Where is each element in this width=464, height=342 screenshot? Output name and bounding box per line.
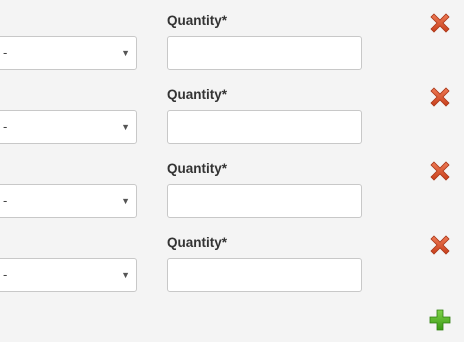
- close-icon: [430, 161, 450, 181]
- close-icon: [430, 13, 450, 33]
- chevron-down-icon: ▼: [121, 270, 130, 280]
- remove-row-button[interactable]: [429, 12, 451, 34]
- quantity-label: Quantity*: [167, 13, 227, 28]
- plus-icon: [429, 309, 451, 331]
- quantity-form: - ▼ Quantity* - ▼ Quantity* - ▼ Quantity…: [0, 0, 464, 342]
- required-mark: *: [221, 161, 228, 176]
- item-select[interactable]: - ▼: [0, 110, 137, 144]
- quantity-label-text: Quantity: [167, 13, 222, 28]
- item-select-value: -: [3, 193, 8, 208]
- item-row: - ▼ Quantity*: [0, 0, 464, 74]
- remove-row-button[interactable]: [429, 86, 451, 108]
- quantity-label-text: Quantity: [167, 235, 222, 250]
- chevron-down-icon: ▼: [121, 122, 130, 132]
- item-row: - ▼ Quantity*: [0, 74, 464, 148]
- add-row-button[interactable]: [429, 309, 451, 331]
- required-mark: *: [221, 87, 228, 102]
- required-mark: *: [221, 13, 228, 28]
- quantity-label: Quantity*: [167, 161, 227, 176]
- item-select-value: -: [3, 119, 8, 134]
- quantity-input[interactable]: [167, 184, 362, 218]
- item-row: - ▼ Quantity*: [0, 222, 464, 296]
- quantity-input[interactable]: [167, 258, 362, 292]
- remove-row-button[interactable]: [429, 160, 451, 182]
- quantity-input[interactable]: [167, 36, 362, 70]
- chevron-down-icon: ▼: [121, 196, 130, 206]
- item-row: - ▼ Quantity*: [0, 148, 464, 222]
- quantity-label-text: Quantity: [167, 87, 222, 102]
- item-select-value: -: [3, 45, 8, 60]
- item-select-value: -: [3, 267, 8, 282]
- remove-row-button[interactable]: [429, 234, 451, 256]
- chevron-down-icon: ▼: [121, 48, 130, 58]
- close-icon: [430, 87, 450, 107]
- quantity-label: Quantity*: [167, 235, 227, 250]
- quantity-input[interactable]: [167, 110, 362, 144]
- quantity-label: Quantity*: [167, 87, 227, 102]
- item-select[interactable]: - ▼: [0, 258, 137, 292]
- item-select[interactable]: - ▼: [0, 36, 137, 70]
- close-icon: [430, 235, 450, 255]
- item-select[interactable]: - ▼: [0, 184, 137, 218]
- quantity-label-text: Quantity: [167, 161, 222, 176]
- required-mark: *: [221, 235, 228, 250]
